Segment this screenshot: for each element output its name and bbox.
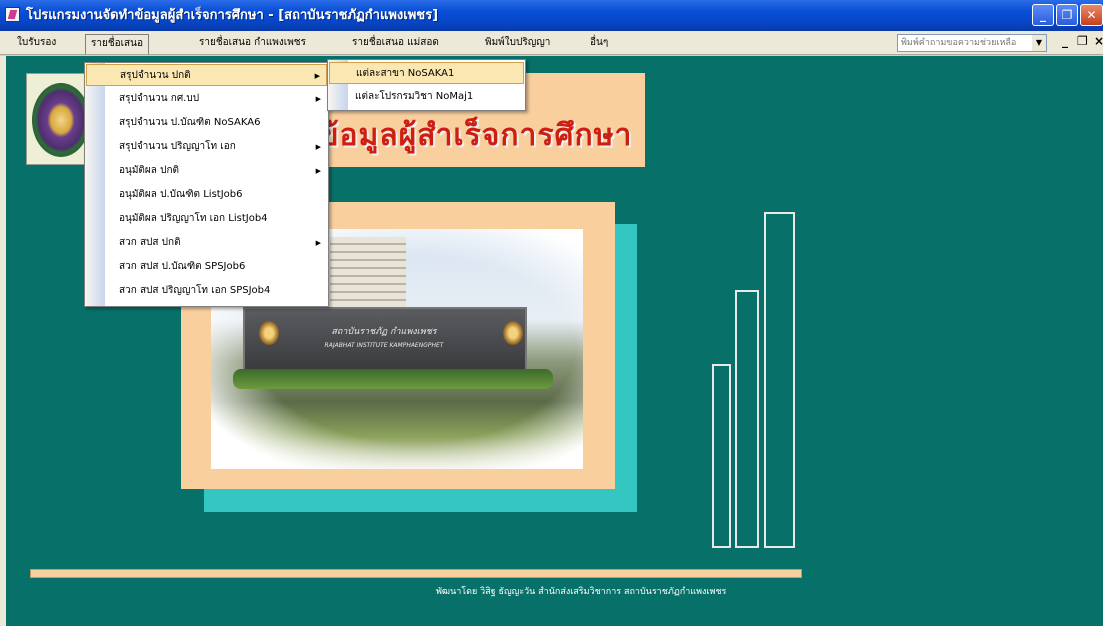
summary-regular-submenu: แต่ละสาขา NoSAKA1 แต่ละโปรกรมวิชา NoMaj1: [327, 59, 526, 111]
mdi-restore-button[interactable]: ❐: [1077, 34, 1088, 48]
university-seal-icon: [32, 83, 90, 157]
menu-sps-regular[interactable]: สวก สปส ปกติ ▶: [86, 232, 327, 254]
page-title: ข้อมูลผู้สำเร็จการศึกษา: [318, 118, 633, 153]
mdi-minimize-button[interactable]: _: [1062, 34, 1068, 48]
footer-credit: พัฒนาโดย วิสิฐ ธัญญะวัน สำนักส่งเสริมวิช…: [436, 587, 727, 597]
menu-approve-master-doctor[interactable]: อนุมัติผล ปริญญาโท เอก ListJob4: [86, 208, 327, 230]
chevron-right-icon: ▶: [315, 239, 321, 247]
restore-button[interactable]: ❐: [1056, 4, 1078, 26]
chevron-right-icon: ▶: [315, 143, 321, 151]
building-image: [330, 237, 406, 317]
decor-bar-short: [712, 364, 731, 548]
help-search-input[interactable]: พิมพ์คำถามขอความช่วยเหลือ ▼: [897, 34, 1047, 52]
proposed-list-dropdown: สรุปจำนวน ปกติ ▶ สรุปจำนวน กศ.บป ▶ สรุปจำน…: [84, 62, 329, 307]
menu-summary-master-doctor[interactable]: สรุปจำนวน ปริญญาโท เอก ▶: [86, 136, 327, 158]
mdi-close-button[interactable]: ×: [1094, 34, 1103, 48]
menu-approve-grad-diploma[interactable]: อนุมัติผล ป.บัณฑิต ListJob6: [86, 184, 327, 206]
menu-summary-ksbp[interactable]: สรุปจำนวน กศ.บป ▶: [86, 88, 327, 110]
menu-approve-regular[interactable]: อนุมัติผล ปกติ ▶: [86, 160, 327, 182]
close-button[interactable]: ✕: [1080, 4, 1103, 26]
chevron-right-icon: ▶: [315, 95, 321, 103]
menu-proposed-maesot[interactable]: รายชื่อเสนอ แม่สอด: [347, 34, 444, 52]
menu-print-degree[interactable]: พิมพ์ใบปริญญา: [480, 34, 555, 52]
submenu-by-program[interactable]: แต่ละโปรกรมวิชา NoMaj1: [329, 86, 524, 108]
gate-sign: สถาบันราชภัฏ กำแพงเพชร RAJABHAT INSTITUT…: [324, 327, 444, 349]
minimize-button[interactable]: _: [1032, 4, 1054, 26]
submenu-by-field[interactable]: แต่ละสาขา NoSAKA1: [329, 62, 524, 84]
decor-bar-medium: [735, 290, 759, 548]
chevron-down-icon[interactable]: ▼: [1032, 35, 1046, 51]
menu-summary-regular[interactable]: สรุปจำนวน ปกติ ▶: [86, 64, 327, 86]
chevron-right-icon: ▶: [314, 72, 320, 80]
footer-divider: [30, 569, 802, 578]
chevron-right-icon: ▶: [315, 167, 321, 175]
menu-summary-grad-diploma[interactable]: สรุปจำนวน ป.บัณฑิต NoSAKA6: [86, 112, 327, 134]
emblem-icon: [259, 321, 279, 345]
menu-sps-master-doctor[interactable]: สวก สปส ปริญญาโท เอก SPSJob4: [86, 280, 327, 302]
menu-proposed-kamphaengphet[interactable]: รายชื่อเสนอ กำแพงเพชร: [194, 34, 311, 52]
hedge-image: [233, 369, 553, 389]
emblem-icon: [503, 321, 523, 345]
menu-certificate[interactable]: ใบรับรอง: [12, 34, 61, 52]
window-titlebar[interactable]: โปรแกรมงานจัดทำข้อมูลผู้สำเร็จการศึกษา -…: [0, 0, 1103, 31]
decor-bar-tall: [764, 212, 795, 548]
window-title: โปรแกรมงานจัดทำข้อมูลผู้สำเร็จการศึกษา -…: [26, 8, 439, 23]
menu-other[interactable]: อื่นๆ: [585, 34, 613, 52]
menu-proposed-list[interactable]: รายชื่อเสนอ: [85, 34, 150, 54]
app-icon[interactable]: [5, 7, 20, 22]
menu-sps-grad-diploma[interactable]: สวก สปส ป.บัณฑิต SPSJob6: [86, 256, 327, 278]
